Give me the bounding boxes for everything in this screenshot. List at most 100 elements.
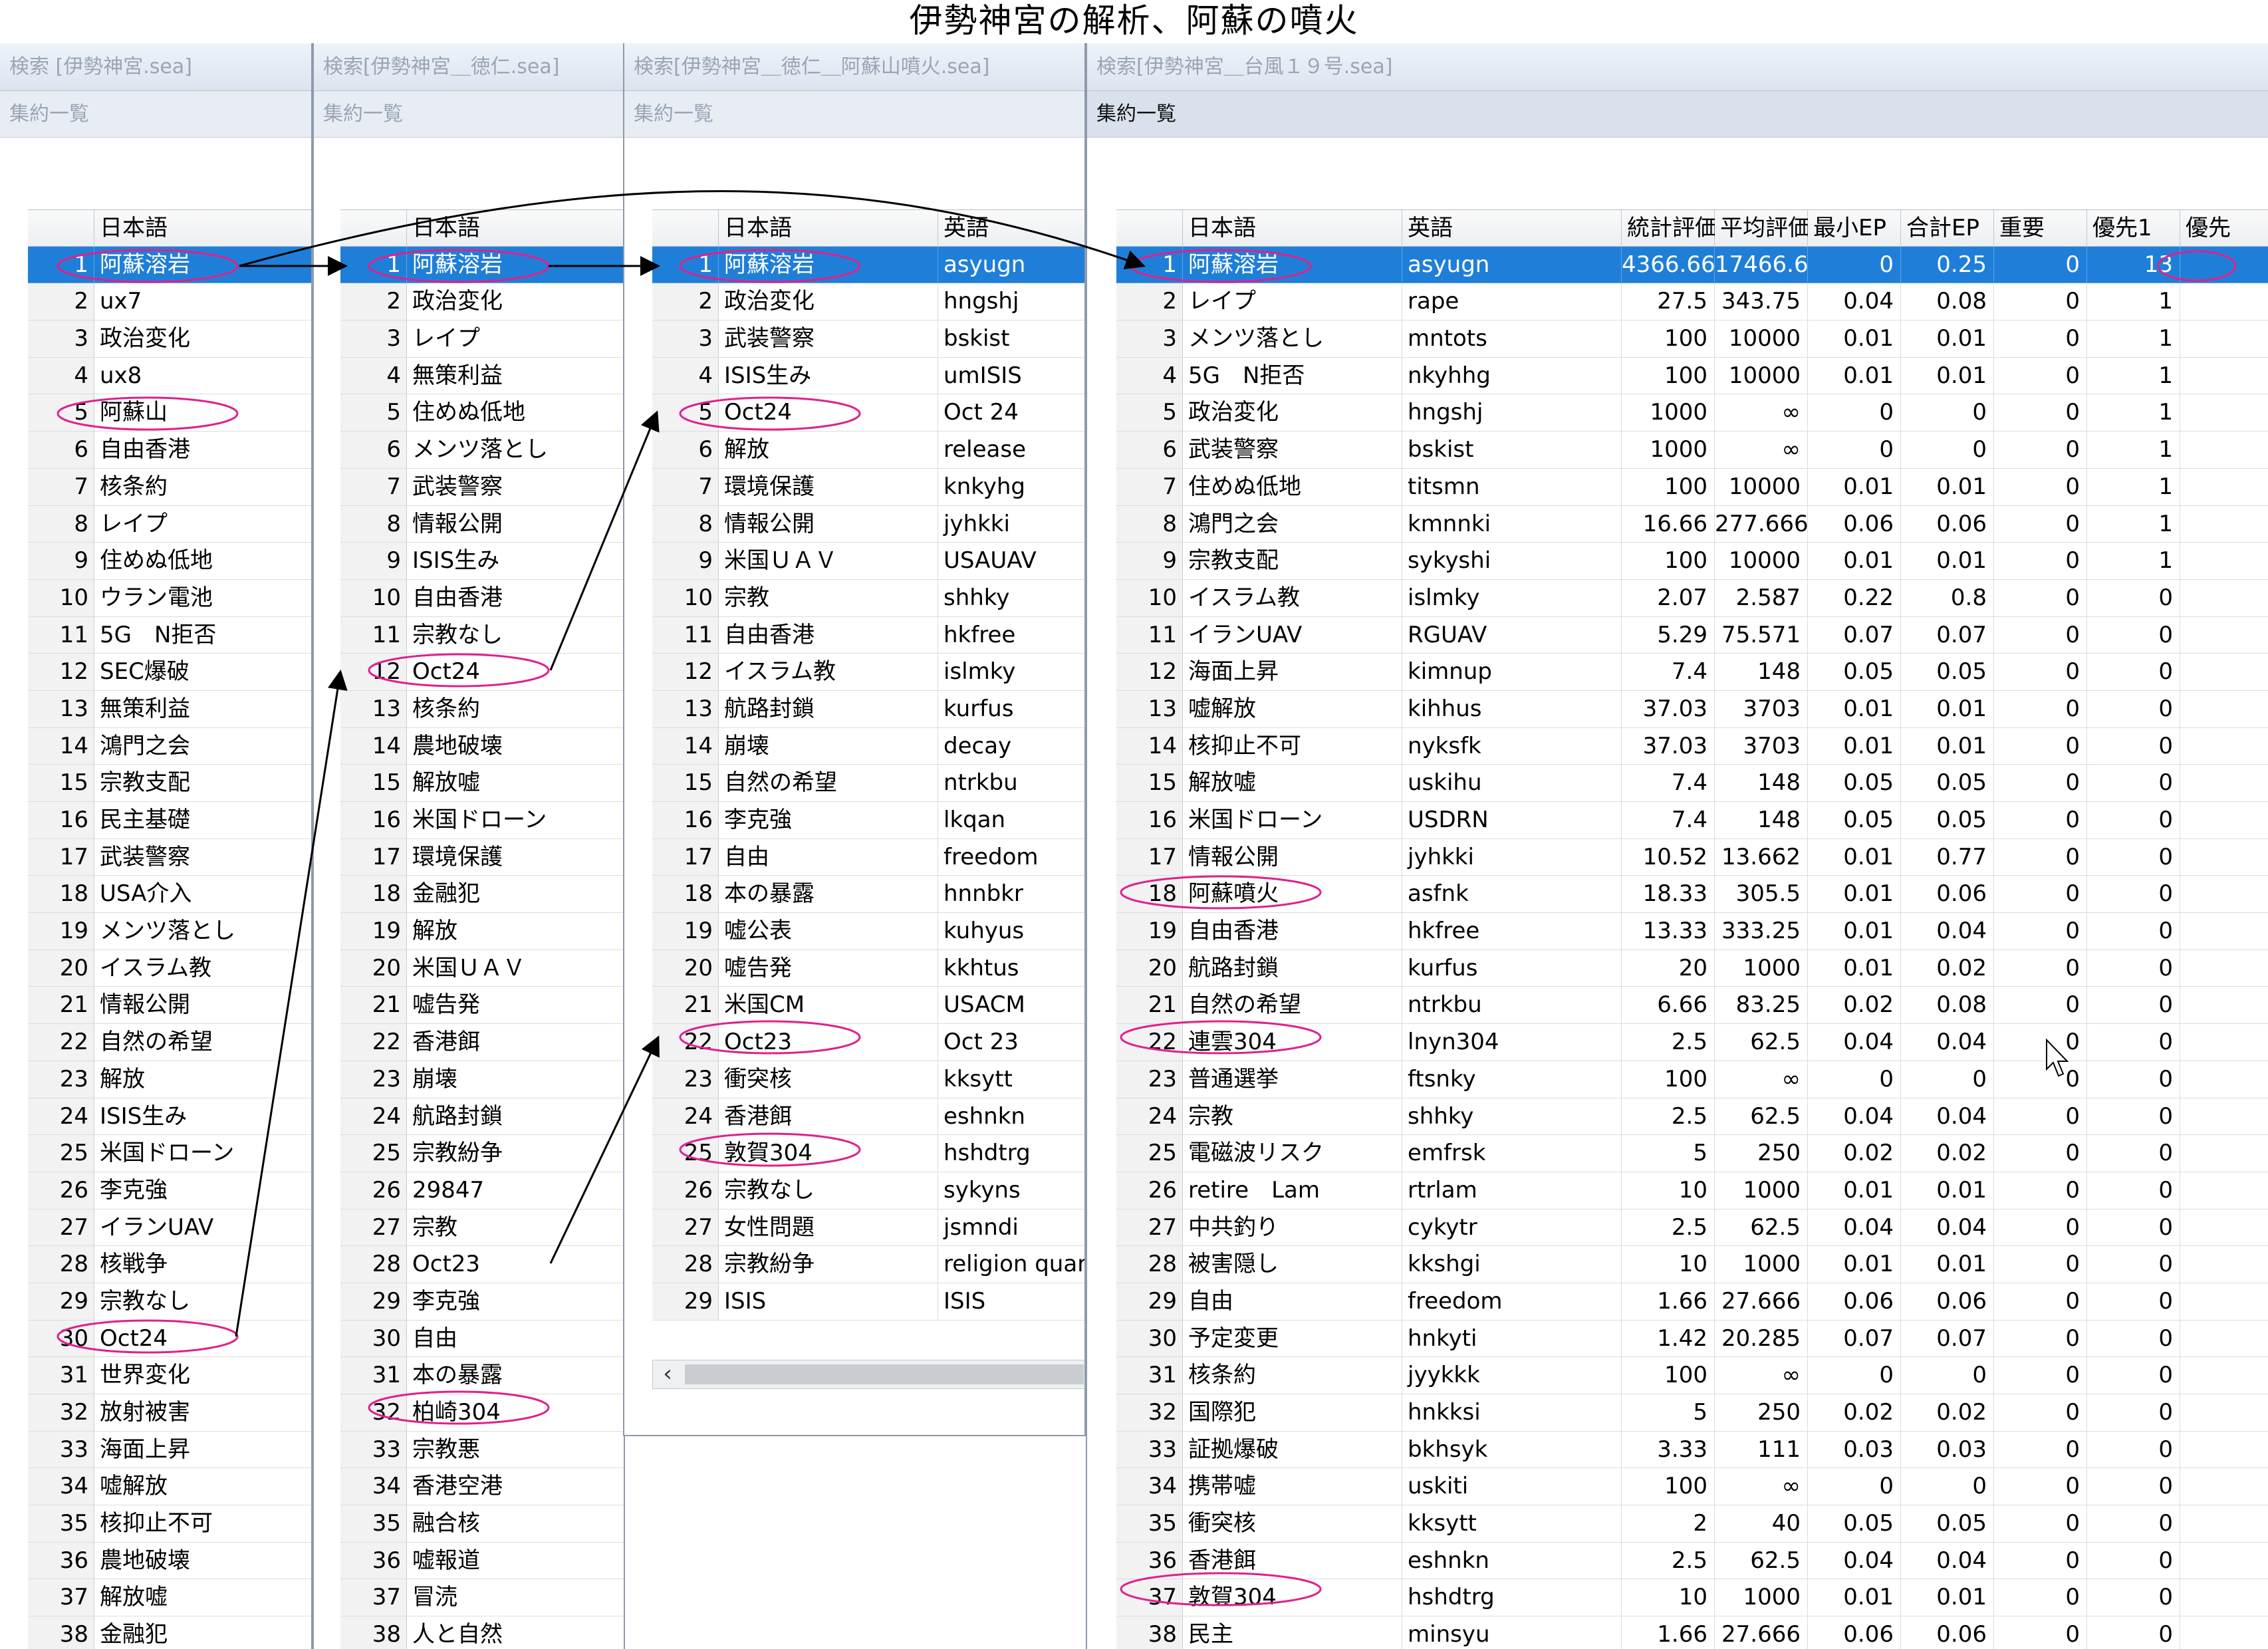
table-row[interactable]: 32 国際犯 hnkksi 5 250 0.02 0.02 0 0 <box>1116 1394 2268 1432</box>
table-cell[interactable]: 民主 <box>1183 1616 1402 1649</box>
row-number[interactable]: 22 <box>28 1024 94 1061</box>
row-number[interactable]: 10 <box>28 579 94 617</box>
table-row[interactable]: 23 崩壊 <box>340 1061 624 1098</box>
table-cell[interactable]: eshnkn <box>938 1098 1084 1136</box>
table-cell[interactable]: 1000 <box>1622 432 1715 469</box>
table-cell[interactable]: kkhtus <box>938 950 1084 987</box>
table-cell[interactable]: 0.01 <box>1808 320 1901 358</box>
table-cell[interactable]: ux8 <box>94 358 311 395</box>
table-cell[interactable]: 0 <box>1901 1468 1994 1506</box>
table-cell[interactable]: 0.02 <box>1901 1394 1994 1432</box>
row-number[interactable]: 13 <box>1116 690 1183 728</box>
table-cell[interactable]: 宗教紛争 <box>719 1246 938 1283</box>
table-cell[interactable]: 放射被害 <box>94 1394 311 1432</box>
table-cell[interactable]: 0.03 <box>1901 1431 1994 1469</box>
table-cell[interactable]: 0 <box>2087 1209 2180 1247</box>
table-cell[interactable]: 0.77 <box>1901 838 1994 876</box>
table-cell[interactable]: 融合核 <box>407 1505 624 1543</box>
row-number[interactable]: 6 <box>340 432 407 469</box>
table-cell[interactable]: 0.06 <box>1901 1283 1994 1321</box>
row-number[interactable]: 16 <box>340 802 407 839</box>
table-cell[interactable]: 0.01 <box>1901 690 1994 728</box>
row-number[interactable]: 36 <box>340 1542 407 1580</box>
table-cell[interactable]: religion quarre <box>938 1246 1084 1283</box>
table-row[interactable]: 17 自由 freedom <box>652 838 1084 876</box>
table-row[interactable]: 24 宗教 shhky 2.5 62.5 0.04 0.04 0 0 <box>1116 1098 2268 1136</box>
row-number[interactable]: 20 <box>28 950 94 987</box>
table-cell[interactable]: release <box>938 432 1084 469</box>
table-cell[interactable]: 62.5 <box>1715 1024 1808 1061</box>
table-cell[interactable]: 0.05 <box>1901 765 1994 802</box>
row-number[interactable]: 23 <box>652 1061 719 1098</box>
table-cell[interactable]: 0.01 <box>1901 1172 1994 1209</box>
table-cell[interactable]: 嘘告発 <box>719 950 938 987</box>
table-cell[interactable]: イスラム教 <box>94 950 311 987</box>
table-cell[interactable]: 5G N拒否 <box>1183 357 1402 395</box>
table-cell[interactable]: 62.5 <box>1715 1098 1808 1136</box>
table-row[interactable]: 30 予定変更 hnkyti 1.42 20.285 0.07 0.07 0 0 <box>1116 1320 2268 1358</box>
table-cell[interactable] <box>2180 1246 2268 1283</box>
row-number[interactable]: 4 <box>652 357 719 395</box>
table-row[interactable]: 18 阿蘇噴火 asfnk 18.33 305.5 0.01 0.06 0 0 <box>1116 876 2268 914</box>
table-cell[interactable]: 本の暴露 <box>407 1357 624 1394</box>
table-cell[interactable]: 0.04 <box>1808 1542 1901 1580</box>
table-cell[interactable]: 国際犯 <box>1183 1394 1402 1432</box>
table-cell[interactable] <box>2180 876 2268 914</box>
table-cell[interactable]: 0 <box>1901 394 1994 432</box>
table-cell[interactable]: 金融犯 <box>407 876 624 914</box>
row-number[interactable]: 15 <box>1116 765 1183 802</box>
table-cell[interactable]: rtrlam <box>1402 1172 1622 1209</box>
table-cell[interactable]: 37.03 <box>1622 727 1715 765</box>
table-cell[interactable]: 女性問題 <box>719 1209 938 1247</box>
row-number[interactable]: 8 <box>1116 505 1183 543</box>
table-cell[interactable]: 0 <box>1994 690 2087 728</box>
table-row[interactable]: 22 Oct23 Oct 23 <box>652 1024 1084 1061</box>
table-cell[interactable]: 62.5 <box>1715 1542 1808 1580</box>
horizontal-scrollbar[interactable]: ‹ <box>652 1360 1084 1389</box>
row-number[interactable]: 19 <box>652 913 719 950</box>
table-row[interactable]: 24 航路封鎖 <box>340 1098 624 1136</box>
table-cell[interactable] <box>2180 1432 2268 1469</box>
table-cell[interactable]: 鴻門之会 <box>1183 505 1402 543</box>
row-number[interactable]: 3 <box>1116 320 1183 358</box>
table-row[interactable]: 5 阿蘇山 <box>28 394 311 432</box>
table-cell[interactable] <box>2180 1135 2268 1172</box>
table-row[interactable]: 25 宗教紛争 <box>340 1135 624 1172</box>
row-number[interactable]: 21 <box>652 987 719 1025</box>
table-row[interactable]: 9 米国ＵＡＶ USAUAV <box>652 543 1084 580</box>
table-cell[interactable]: 0 <box>1994 1394 2087 1432</box>
table-cell[interactable]: lnyn304 <box>1402 1024 1622 1061</box>
table-row[interactable]: 16 李克強 lkqan <box>652 802 1084 839</box>
table-cell[interactable]: 305.5 <box>1715 876 1808 914</box>
table-cell[interactable]: islmky <box>938 654 1084 691</box>
table-cell[interactable]: 0 <box>1994 1357 2087 1394</box>
table-cell[interactable]: hnkksi <box>1402 1394 1622 1432</box>
table-row[interactable]: 26 29847 <box>340 1172 624 1209</box>
table-cell[interactable] <box>2180 543 2268 580</box>
table-cell[interactable]: 7.4 <box>1622 802 1715 839</box>
table-cell[interactable]: 香港餌 <box>407 1024 624 1061</box>
table-row[interactable]: 5 Oct24 Oct 24 <box>652 394 1084 432</box>
table-cell[interactable]: 李克強 <box>407 1283 624 1321</box>
table-cell[interactable]: bkhsyk <box>1402 1431 1622 1469</box>
table-cell[interactable]: 1000 <box>1715 950 1808 987</box>
table-cell[interactable]: 0 <box>2087 1505 2180 1543</box>
column-header[interactable]: 英語 <box>1402 209 1622 247</box>
table-cell[interactable]: ISIS生み <box>94 1098 311 1136</box>
table-cell[interactable]: RGUAV <box>1402 616 1622 654</box>
table-row[interactable]: 8 情報公開 <box>340 505 624 543</box>
table-cell[interactable]: ftsnky <box>1402 1061 1622 1098</box>
table-cell[interactable]: 香港餌 <box>1183 1542 1402 1580</box>
row-number[interactable]: 38 <box>340 1616 407 1649</box>
row-number[interactable]: 19 <box>340 913 407 950</box>
table-cell[interactable]: 米国CM <box>719 987 938 1025</box>
table-cell[interactable]: 277.666 <box>1715 505 1808 543</box>
table-cell[interactable]: 0 <box>1994 1024 2087 1061</box>
table-cell[interactable]: 0.03 <box>1808 1431 1901 1469</box>
table-cell[interactable]: 衝突核 <box>1183 1505 1402 1543</box>
table-row[interactable]: 37 解放嘘 <box>28 1579 311 1617</box>
table-row[interactable]: 1 阿蘇溶岩 asyugn <box>652 246 1084 284</box>
row-number[interactable]: 7 <box>340 468 407 506</box>
table-cell[interactable]: rape <box>1402 283 1622 321</box>
table-cell[interactable]: 0 <box>1994 1209 2087 1247</box>
